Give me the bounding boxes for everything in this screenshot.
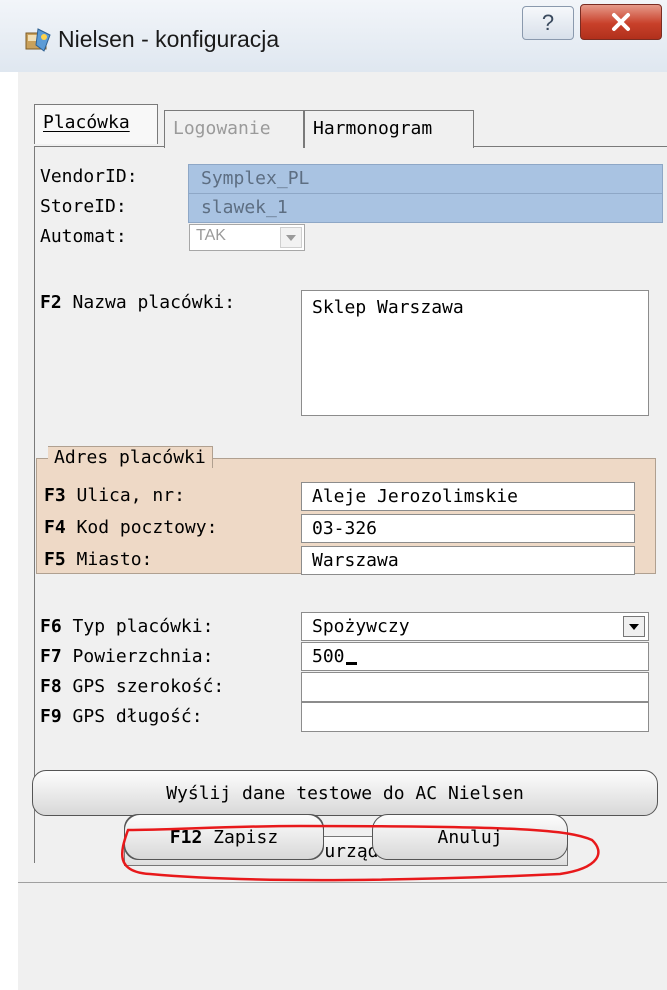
dialog-body: Placówka Logowanie Harmonogram VendorID:… [18,72,667,990]
shortcut-key: F6 [40,616,62,637]
vendor-id-field: Symplex_PL [188,164,663,194]
window-title: Nielsen - konfiguracja [58,26,280,52]
type-label: F6 Typ placówki: [40,616,213,637]
store-id-field: slawek_1 [188,193,663,223]
automat-label: Automat: [40,226,127,247]
area-value: 500 [312,646,345,667]
shortcut-key: F2 [40,292,62,313]
shortcut-key: F4 [44,517,66,538]
postal-code-input[interactable]: 03-326 [301,514,635,543]
save-button[interactable]: F12 Zapisz [124,814,324,860]
label-text: Powierzchnia: [72,646,214,667]
city-value: Warszawa [312,550,399,571]
street-label: F3 Ulica, nr: [44,485,185,506]
label-text: Ulica, nr: [76,485,185,506]
gps-lat-label: F8 GPS szerokość: [40,676,224,697]
help-button[interactable]: ? [522,6,574,40]
street-input[interactable]: Aleje Jerozolimskie [301,482,635,511]
store-name-textarea[interactable]: Sklep Warszawa [301,290,649,416]
send-test-data-button[interactable]: Wyślij dane testowe do AC Nielsen [32,770,658,816]
tab-label: Harmonogram [313,118,433,139]
address-legend: Adres placówki [48,446,213,468]
app-icon [25,28,51,52]
city-label: F5 Miasto: [44,549,152,570]
gps-lon-label: F9 GPS długość: [40,706,203,727]
tab-label: Placówka [43,112,130,133]
area-input[interactable]: 500 [301,642,649,671]
tab-logowanie[interactable]: Logowanie [164,110,304,148]
shortcut-key: F3 [44,485,66,506]
postal-code-value: 03-326 [312,518,378,539]
divider [18,882,667,883]
help-icon: ? [541,10,555,35]
cancel-button[interactable]: Anuluj [372,814,568,860]
chevron-down-icon[interactable] [623,616,645,637]
gps-lon-input[interactable] [301,702,649,732]
label-text: Nazwa placówki: [72,292,236,313]
store-id-label: StoreID: [40,196,127,217]
store-name-value: Sklep Warszawa [312,297,464,318]
store-name-label: F2 Nazwa placówki: [40,292,235,313]
label-text: GPS długość: [72,706,203,727]
type-value: Spożywczy [312,616,410,637]
button-label: Zapisz [213,826,279,848]
area-label: F7 Powierzchnia: [40,646,213,667]
street-value: Aleje Jerozolimskie [312,486,518,507]
shortcut-key: F7 [40,646,62,667]
close-button[interactable] [580,4,662,40]
type-select[interactable]: Spożywczy [301,612,649,641]
automat-select: TAK [189,224,305,251]
gps-lat-input[interactable] [301,672,649,702]
label-text: Kod pocztowy: [76,517,218,538]
label-text: Miasto: [76,549,153,570]
button-label: Wyślij dane testowe do AC Nielsen [166,782,524,804]
title-bar: Nielsen - konfiguracja ? [0,0,667,72]
button-label: Anuluj [437,826,503,848]
automat-value: TAK [196,227,226,244]
chevron-down-icon [280,227,302,248]
label-text: Typ placówki: [72,616,214,637]
vendor-id-label: VendorID: [40,166,138,187]
tab-placowka[interactable]: Placówka [34,104,158,144]
shortcut-key: F8 [40,676,62,697]
shortcut-key: F9 [40,706,62,727]
city-input[interactable]: Warszawa [301,546,635,575]
postal-code-label: F4 Kod pocztowy: [44,517,217,538]
label-text: GPS szerokość: [72,676,225,697]
close-icon [612,13,630,31]
tab-label: Logowanie [173,118,271,139]
shortcut-key: F12 [169,826,203,848]
tab-harmonogram[interactable]: Harmonogram [304,110,474,148]
shortcut-key: F5 [44,549,66,570]
text-cursor [345,662,357,665]
